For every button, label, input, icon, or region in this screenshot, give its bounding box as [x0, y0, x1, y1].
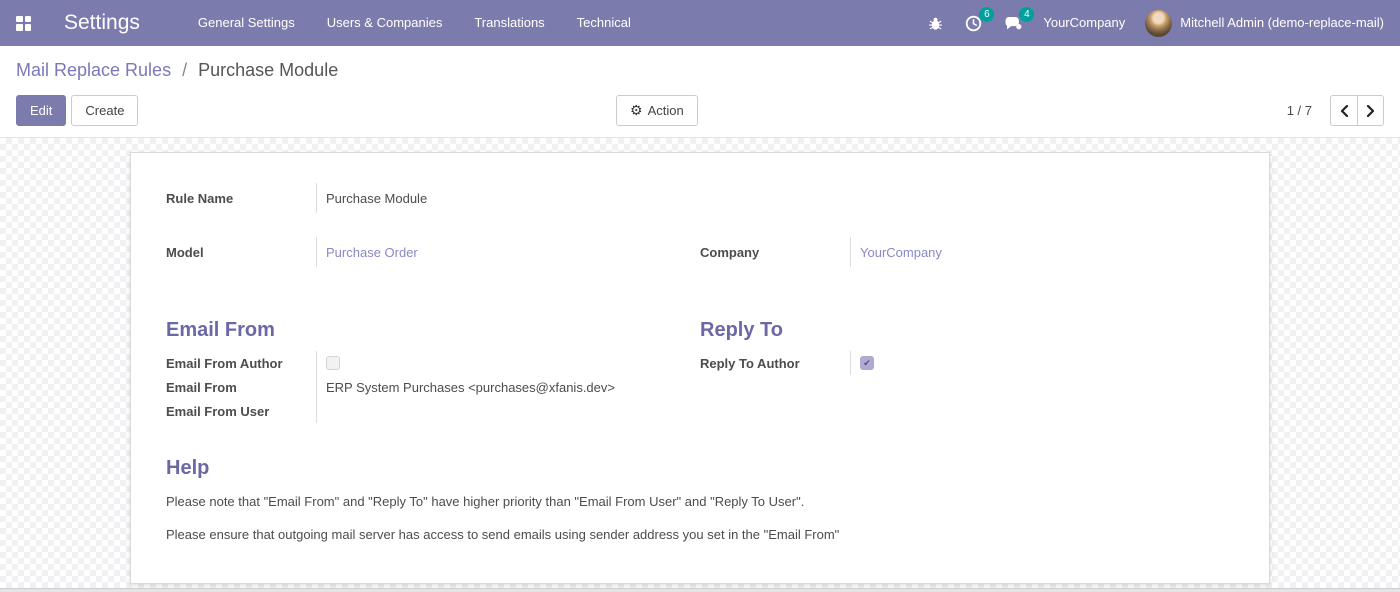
breadcrumb-parent-link[interactable]: Mail Replace Rules — [16, 60, 171, 80]
systray: 6 4 YourCompany Mitchell Admin (demo-rep… — [917, 0, 1384, 46]
email-from-row: Email From ERP System Purchases <purchas… — [166, 375, 700, 399]
help-paragraph-mail-server: Please ensure that outgoing mail server … — [166, 527, 1234, 543]
pager-previous-button[interactable] — [1330, 95, 1357, 126]
form-sheet: Rule Name Purchase Module Model Purchase… — [130, 152, 1270, 584]
rule-name-label: Rule Name — [166, 183, 316, 213]
rule-name-value[interactable]: Purchase Module — [316, 183, 700, 213]
model-link[interactable]: Purchase Order — [326, 245, 418, 260]
app-title[interactable]: Settings — [64, 11, 140, 35]
help-paragraph-priority: Please note that "Email From" and "Reply… — [166, 494, 1234, 510]
email-from-value[interactable]: ERP System Purchases <purchases@xfanis.d… — [316, 375, 700, 399]
model-field-row: Model Purchase Order — [166, 237, 700, 267]
chevron-right-icon — [1366, 105, 1375, 117]
pager — [1330, 95, 1384, 126]
main-menu: General Settings Users & Companies Trans… — [182, 0, 647, 46]
email-from-user-label: Email From User — [166, 399, 316, 423]
menu-general-settings[interactable]: General Settings — [182, 0, 311, 46]
messages-count-badge: 4 — [1019, 7, 1034, 22]
pager-next-button[interactable] — [1357, 95, 1384, 126]
action-button-label: Action — [648, 103, 684, 118]
menu-users-companies[interactable]: Users & Companies — [311, 0, 459, 46]
user-menu[interactable]: Mitchell Admin (demo-replace-mail) — [1135, 0, 1384, 46]
model-value: Purchase Order — [316, 237, 700, 267]
chevron-left-icon — [1340, 105, 1349, 117]
email-from-label: Email From — [166, 375, 316, 399]
bottom-edge-strip — [0, 588, 1400, 592]
email-from-user-value[interactable] — [316, 399, 700, 423]
email-from-author-label: Email From Author — [166, 351, 316, 375]
email-from-author-row: Email From Author — [166, 351, 700, 375]
model-label: Model — [166, 237, 316, 267]
debug-bug-icon[interactable] — [917, 0, 954, 46]
company-switcher[interactable]: YourCompany — [1033, 0, 1135, 46]
control-panel: Mail Replace Rules / Purchase Module Edi… — [0, 46, 1400, 138]
create-button[interactable]: Create — [71, 95, 138, 126]
rule-name-field-row: Rule Name Purchase Module — [166, 183, 700, 213]
company-value: YourCompany — [850, 237, 1234, 267]
user-avatar — [1145, 10, 1172, 37]
activities-button[interactable]: 6 — [954, 0, 993, 46]
reply-to-section-title: Reply To — [700, 317, 1234, 343]
pager-counter: 1 / 7 — [1287, 103, 1312, 118]
apps-menu-square — [16, 24, 23, 31]
reply-to-author-checkbox[interactable] — [860, 356, 874, 370]
company-field-row: Company YourCompany — [700, 237, 1234, 267]
email-from-author-checkbox[interactable] — [326, 356, 340, 370]
gear-icon: ⚙ — [630, 102, 643, 118]
edit-button[interactable]: Edit — [16, 95, 66, 126]
email-from-author-value — [316, 351, 700, 375]
form-view-background: Rule Name Purchase Module Model Purchase… — [0, 138, 1400, 588]
breadcrumb: Mail Replace Rules / Purchase Module — [16, 58, 1384, 82]
breadcrumb-separator: / — [182, 60, 187, 80]
activities-count-badge: 6 — [979, 7, 994, 22]
company-link[interactable]: YourCompany — [860, 245, 942, 260]
reply-to-author-label: Reply To Author — [700, 351, 850, 375]
email-from-section-title: Email From — [166, 317, 700, 343]
company-label: Company — [700, 237, 850, 267]
apps-menu-square — [16, 16, 23, 23]
apps-menu-square — [25, 16, 32, 23]
menu-translations[interactable]: Translations — [458, 0, 560, 46]
menu-technical[interactable]: Technical — [561, 0, 647, 46]
top-navbar: Settings General Settings Users & Compan… — [0, 0, 1400, 46]
reply-to-author-row: Reply To Author — [700, 351, 1234, 375]
control-panel-buttons: Edit Create ⚙ Action 1 / 7 — [16, 95, 1384, 126]
messages-button[interactable]: 4 — [993, 0, 1033, 46]
help-section: Help Please note that "Email From" and "… — [166, 455, 1234, 543]
bug-icon — [928, 16, 943, 31]
email-from-user-row: Email From User — [166, 399, 700, 423]
apps-menu-square — [25, 24, 32, 31]
breadcrumb-current: Purchase Module — [198, 60, 338, 80]
help-section-title: Help — [166, 455, 1234, 481]
apps-menu-icon[interactable] — [16, 16, 31, 31]
reply-to-author-value — [850, 351, 1234, 375]
user-name: Mitchell Admin (demo-replace-mail) — [1172, 0, 1384, 46]
action-button[interactable]: ⚙ Action — [616, 95, 698, 126]
